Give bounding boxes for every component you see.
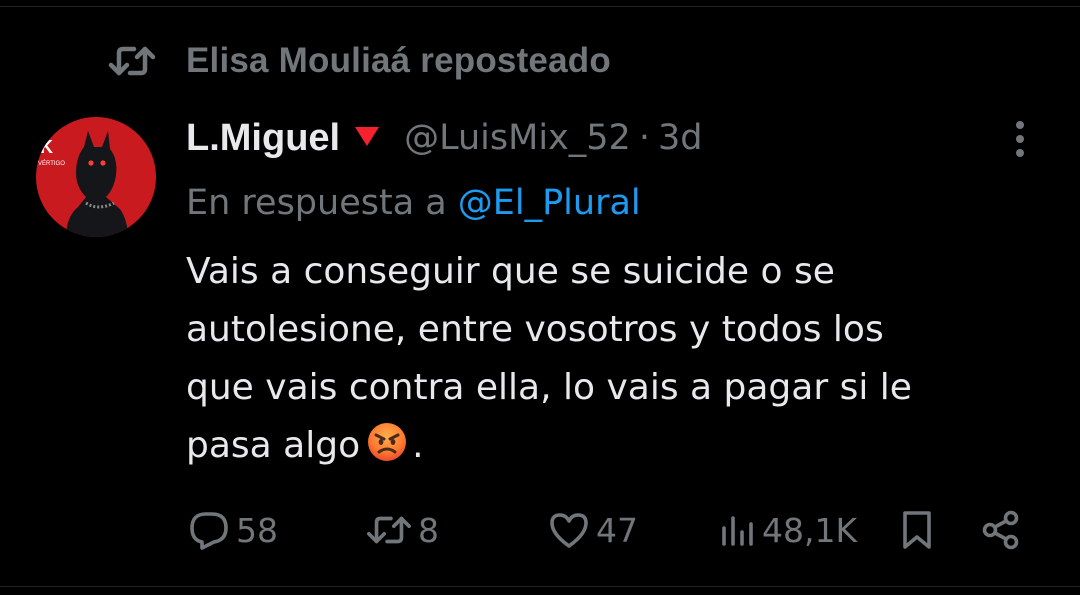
- avatar[interactable]: K VÉRTIGO: [36, 117, 156, 237]
- repost-button[interactable]: 8: [366, 500, 439, 560]
- reply-context: En respuesta a @El_Plural: [186, 178, 641, 228]
- avatar-letter: K: [40, 137, 53, 157]
- separator-dot: ·: [638, 118, 650, 158]
- angry-face-emoji: [366, 421, 408, 481]
- heart-icon: [548, 510, 590, 550]
- tweet-line: Vais a conseguir que se suicide o se: [186, 251, 835, 292]
- like-button[interactable]: 47: [548, 500, 638, 560]
- tweet-line: autolesione, entre vosotros y todos los: [186, 309, 884, 350]
- like-count: 47: [596, 510, 638, 550]
- author-display-name[interactable]: L.Miguel: [186, 117, 340, 160]
- repost-count: 8: [418, 510, 439, 550]
- bottom-divider: [0, 586, 1080, 587]
- share-button[interactable]: [980, 500, 1022, 560]
- tweet-line: que vais contra ella, lo vais a pagar si…: [186, 367, 912, 408]
- top-divider: [0, 6, 1080, 7]
- author-handle[interactable]: @LuisMix_52: [404, 118, 631, 158]
- repost-header: Elisa Mouliaá reposteado: [108, 40, 611, 82]
- share-icon: [980, 509, 1022, 551]
- tweet-line-text: pasa algo: [186, 425, 361, 466]
- views-button[interactable]: 48,1K: [720, 500, 857, 560]
- more-vertical-icon: [1014, 120, 1026, 162]
- action-bar: 58 8 47 48,1K: [0, 500, 1080, 560]
- tweet-body: Vais a conseguir que se suicide o se aut…: [186, 243, 1046, 481]
- repost-label[interactable]: Elisa Mouliaá reposteado: [186, 41, 611, 81]
- reply-to-handle-link[interactable]: @El_Plural: [458, 183, 641, 223]
- tweet-header: L.Miguel @LuisMix_52 · 3d: [186, 112, 702, 164]
- views-chart-icon: [720, 512, 756, 548]
- views-count: 48,1K: [762, 510, 858, 550]
- repost-icon: [108, 43, 156, 79]
- repost-icon: [366, 512, 412, 548]
- bookmark-button[interactable]: [900, 500, 934, 560]
- reply-button[interactable]: 58: [188, 500, 278, 560]
- tweet-line: pasa algo.: [186, 417, 1046, 481]
- reply-count: 58: [236, 510, 278, 550]
- more-options-button[interactable]: [1006, 120, 1034, 162]
- tweet-age[interactable]: 3d: [658, 118, 703, 158]
- reply-bubble-icon: [188, 509, 230, 551]
- avatar-subtext: VÉRTIGO: [38, 160, 65, 167]
- red-down-triangle-icon: [354, 125, 380, 151]
- bookmark-icon: [900, 509, 934, 551]
- tweet-line-end: .: [412, 425, 424, 466]
- reply-prefix: En respuesta a: [186, 183, 447, 223]
